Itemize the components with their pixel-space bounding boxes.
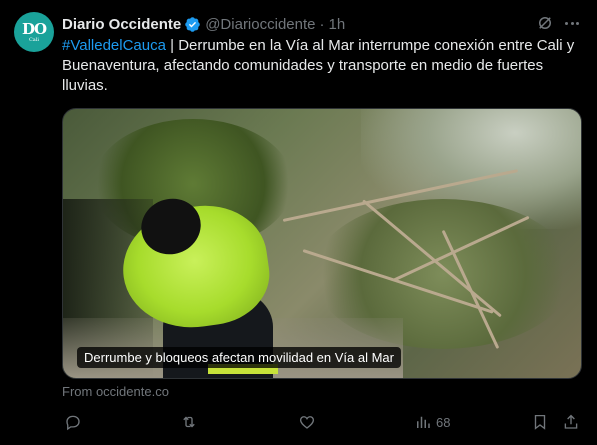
reply-icon: [66, 415, 80, 431]
account-name[interactable]: Diario Occidente: [62, 16, 181, 33]
account-handle[interactable]: @Diarioccidente: [205, 16, 315, 33]
like-icon: [299, 416, 315, 429]
verified-badge-icon: [185, 16, 200, 32]
avatar-subtext: Cali: [28, 36, 39, 43]
bookmark-button[interactable]: [531, 412, 549, 432]
like-button[interactable]: [298, 412, 316, 432]
avatar-monogram: DO: [21, 19, 47, 38]
timestamp[interactable]: 1h: [328, 16, 345, 33]
more-icon[interactable]: [562, 14, 582, 32]
media-caption: Derrumbe y bloqueos afectan movilidad en…: [77, 347, 401, 368]
tweet-text: #ValledelCauca | Derrumbe en la Vía al M…: [62, 36, 592, 96]
reply-button[interactable]: [64, 412, 82, 432]
avatar[interactable]: DO Cali: [14, 12, 54, 52]
video-media[interactable]: [62, 108, 582, 379]
repost-icon: [183, 416, 195, 428]
views-count: 68: [436, 414, 451, 430]
tweet-header: Diario Occidente @Diarioccidente · 1h: [62, 14, 345, 34]
repost-button[interactable]: [180, 412, 198, 432]
source-link[interactable]: From occidente.co: [62, 384, 169, 399]
views-icon: [417, 416, 430, 428]
separator-dot: ·: [319, 15, 325, 33]
share-button[interactable]: [562, 412, 580, 432]
action-bar: 68: [62, 410, 582, 434]
share-icon: [564, 414, 578, 429]
grok-icon[interactable]: [536, 14, 554, 32]
bookmark-icon: [534, 414, 546, 430]
views-button[interactable]: 68: [414, 412, 450, 432]
hashtag-link[interactable]: #ValledelCauca: [62, 37, 166, 54]
